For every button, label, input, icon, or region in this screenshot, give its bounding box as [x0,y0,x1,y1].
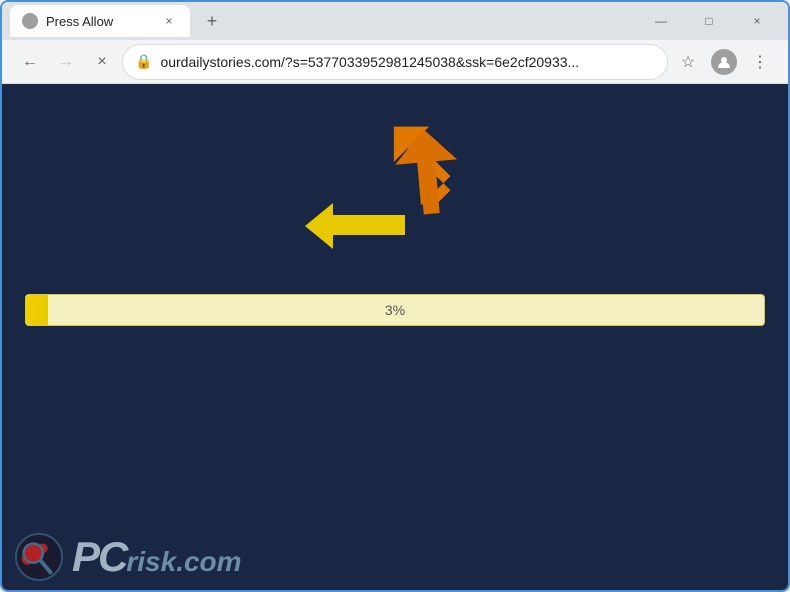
bookmark-button[interactable]: ☆ [672,46,704,78]
pcrisk-pc-text: PC [72,536,126,578]
browser-tab[interactable]: Press Allow × [10,5,190,37]
tab-favicon [22,13,38,29]
reload-button[interactable]: × [86,46,118,78]
tab-close-button[interactable]: × [160,12,178,30]
lock-icon: 🔒 [135,53,152,70]
new-tab-button[interactable]: + [198,7,226,35]
url-text: ourdailystories.com/?s=53770339529812450… [160,54,655,70]
title-bar: Press Allow × + — □ × [2,2,788,40]
forward-button[interactable]: → [50,46,82,78]
pcrisk-risk-text: risk [126,546,176,578]
progress-label: 3% [385,302,405,318]
nav-bar: ← → × 🔒 ourdailystories.com/?s=537703395… [2,40,788,84]
watermark: PC risk .com [2,524,254,590]
tab-title: Press Allow [46,14,152,29]
browser-window: Press Allow × + — □ × ← → × 🔒 ourdailyst… [0,0,790,592]
progress-bar-container: 3% [25,294,765,326]
maximize-button[interactable]: □ [686,5,732,37]
progress-fill [26,295,48,325]
window-controls: — □ × [638,5,780,37]
close-button[interactable]: × [734,5,780,37]
yellow-arrow-shape [305,199,405,259]
minimize-button[interactable]: — [638,5,684,37]
back-button[interactable]: ← [14,46,46,78]
address-bar[interactable]: 🔒 ourdailystories.com/?s=537703395298124… [122,44,668,80]
pcrisk-dotcom-text: .com [176,546,241,578]
profile-avatar [711,49,737,75]
pcrisk-logo-icon [14,532,64,582]
arrows-container [295,124,495,264]
profile-button[interactable] [708,46,740,78]
page-content: 3% PC risk .com [2,84,788,590]
menu-button[interactable]: ⋮ [744,46,776,78]
pcrisk-brand-text: PC risk .com [72,536,242,578]
